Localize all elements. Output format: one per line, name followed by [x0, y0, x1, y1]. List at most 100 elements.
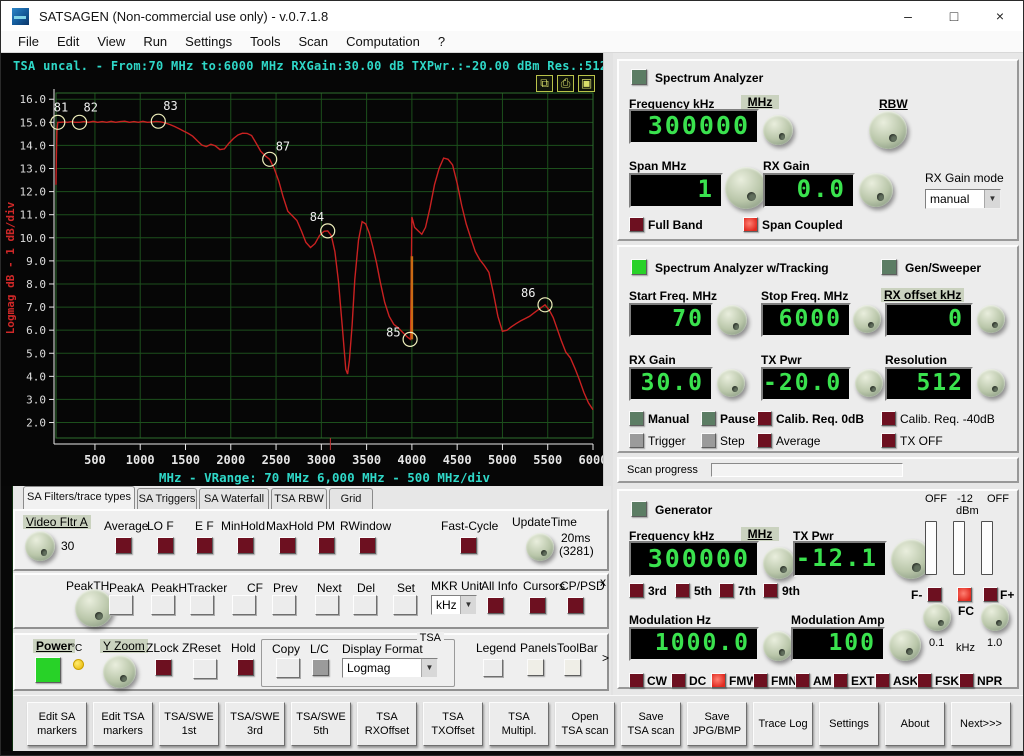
tsa-calib0-checkbox[interactable] — [757, 411, 772, 426]
tab-tsa-rbw[interactable]: TSA RBW — [271, 488, 327, 509]
tsa-txoff-checkbox[interactable] — [881, 433, 896, 448]
tsa-swe-5th-button[interactable]: TSA/SWE 5th — [291, 702, 351, 746]
tsa-multipl-button[interactable]: TSA Multipl. — [489, 702, 549, 746]
toolbar-checkbox[interactable] — [564, 659, 581, 676]
sa-span-display[interactable]: 1 — [629, 173, 723, 208]
tsa-start-knob[interactable] — [717, 305, 747, 335]
gen-ask-checkbox[interactable] — [875, 673, 890, 688]
yzoom-label[interactable]: Y Zoom — [100, 639, 148, 653]
sa-rbw-label[interactable]: RBW — [879, 97, 908, 111]
tsa-rxoffset-label[interactable]: RX offset kHz — [881, 288, 964, 302]
gen-7th-checkbox[interactable] — [719, 583, 734, 598]
tsa-rxgain-knob[interactable] — [717, 369, 745, 397]
panels-checkbox[interactable] — [527, 659, 544, 676]
gen-frequency-display[interactable]: 300000 — [629, 541, 759, 577]
legend-button[interactable] — [483, 659, 503, 677]
save-jpg-bmp-button[interactable]: Save JPG/BMP — [687, 702, 747, 746]
update-time-knob[interactable] — [526, 533, 554, 561]
gen-fc-checkbox[interactable] — [957, 587, 972, 602]
gen-fplus-checkbox[interactable] — [983, 587, 998, 602]
tsa-calib40-checkbox[interactable] — [881, 411, 896, 426]
mkr-unit-select[interactable]: kHz ▼ — [431, 595, 477, 615]
tsa-start-display[interactable]: 70 — [629, 303, 713, 337]
lc-checkbox[interactable] — [312, 659, 329, 676]
gen-modhz-knob[interactable] — [763, 631, 793, 661]
menu-view[interactable]: View — [88, 34, 134, 49]
tsa-trigger-checkbox[interactable] — [629, 433, 644, 448]
minimize-button[interactable]: – — [885, 1, 931, 31]
tsa-txpwr-knob[interactable] — [855, 369, 883, 397]
menu-help[interactable]: ? — [429, 34, 454, 49]
tab-sa-waterfall[interactable]: SA Waterfall — [199, 488, 269, 509]
maximize-button[interactable]: □ — [931, 1, 977, 31]
gen-fsk-checkbox[interactable] — [917, 673, 932, 688]
gen-level-slider-mid[interactable] — [953, 521, 965, 575]
sa-rxgain-display[interactable]: 0.0 — [763, 173, 855, 208]
tsa-average-checkbox[interactable] — [757, 433, 772, 448]
gen-frequency-knob[interactable] — [763, 547, 795, 579]
tsa-txpwr-display[interactable]: -20.0 — [761, 367, 851, 401]
video-filter-knob[interactable] — [25, 531, 55, 561]
gen-modamp-knob[interactable] — [889, 629, 921, 661]
pm-checkbox[interactable] — [318, 537, 335, 554]
settings-button[interactable]: Settings — [819, 702, 879, 746]
print-icon[interactable]: ⎙ — [557, 75, 574, 92]
fast-cycle-checkbox[interactable] — [460, 537, 477, 554]
menu-computation[interactable]: Computation — [337, 34, 429, 49]
tsa-pause-checkbox[interactable] — [701, 411, 716, 426]
gen-9th-checkbox[interactable] — [763, 583, 778, 598]
sa-rxgain-mode-select[interactable]: manual ▼ — [925, 189, 1001, 209]
menu-settings[interactable]: Settings — [176, 34, 241, 49]
tsa-manual-checkbox[interactable] — [629, 411, 644, 426]
close-button[interactable]: × — [977, 1, 1023, 31]
zlock-checkbox[interactable] — [155, 659, 172, 676]
tsa-swe-3rd-button[interactable]: TSA/SWE 3rd — [225, 702, 285, 746]
chevron-down-icon[interactable]: ▼ — [460, 596, 476, 614]
sa-frequency-display[interactable]: 300000 — [629, 109, 759, 144]
tsa-step-checkbox[interactable] — [701, 433, 716, 448]
gen-modamp-display[interactable]: 100 — [791, 627, 885, 661]
edit-sa-markers-button[interactable]: Edit SA markers — [27, 702, 87, 746]
gen-sweeper-checkbox[interactable] — [881, 259, 897, 275]
gen-fmw-checkbox[interactable] — [711, 673, 726, 688]
chevron-down-icon[interactable]: ▼ — [421, 659, 437, 677]
all-info-checkbox[interactable] — [487, 597, 504, 614]
gen-enable-checkbox[interactable] — [631, 501, 647, 517]
tsa-rxoffset-display[interactable]: 0 — [885, 303, 973, 337]
gen-fmn-checkbox[interactable] — [753, 673, 768, 688]
sa-enable-checkbox[interactable] — [631, 69, 647, 85]
menu-run[interactable]: Run — [134, 34, 176, 49]
chart-plot[interactable]: 16.015.014.013.012.011.010.09.08.07.06.0… — [1, 53, 603, 486]
set-button[interactable] — [393, 595, 417, 615]
maxhold-checkbox[interactable] — [279, 537, 296, 554]
chevron-down-icon[interactable]: ▼ — [984, 190, 1000, 208]
prev-button[interactable] — [272, 595, 296, 615]
more-arrow-icon[interactable]: > — [602, 651, 609, 665]
ef-checkbox[interactable] — [196, 537, 213, 554]
peaka-button[interactable] — [109, 595, 133, 615]
gen-npr-checkbox[interactable] — [959, 673, 974, 688]
power-label[interactable]: Power — [33, 639, 75, 653]
gen-modhz-display[interactable]: 1000.0 — [629, 627, 759, 661]
about-button[interactable]: About — [885, 702, 945, 746]
tsa-resolution-knob[interactable] — [977, 369, 1005, 397]
gen-3rd-checkbox[interactable] — [629, 583, 644, 598]
video-filter-label[interactable]: Video Fltr A — [23, 515, 91, 529]
panel-close-icon[interactable]: x — [600, 575, 606, 589]
gen-dc-checkbox[interactable] — [671, 673, 686, 688]
sa-fullband-checkbox[interactable] — [629, 217, 644, 232]
tsa-stop-knob[interactable] — [853, 305, 881, 333]
sa-rbw-knob[interactable] — [869, 111, 907, 149]
gen-step-knob-left[interactable] — [923, 603, 951, 631]
copy-icon[interactable]: ⧉ — [536, 75, 553, 92]
tsa-rxgain-display[interactable]: 30.0 — [629, 367, 713, 401]
tsa-stop-display[interactable]: 6000 — [761, 303, 851, 337]
tsa-rxoffset-knob[interactable] — [977, 305, 1005, 333]
sa-rxgain-knob[interactable] — [859, 173, 893, 207]
cf-button[interactable] — [232, 595, 256, 615]
tsa-resolution-display[interactable]: 512 — [885, 367, 973, 401]
sa-mhz-toggle[interactable]: MHz — [741, 95, 779, 109]
gen-step-knob-right[interactable] — [981, 603, 1009, 631]
minhold-checkbox[interactable] — [237, 537, 254, 554]
tab-grid[interactable]: Grid — [329, 488, 373, 509]
